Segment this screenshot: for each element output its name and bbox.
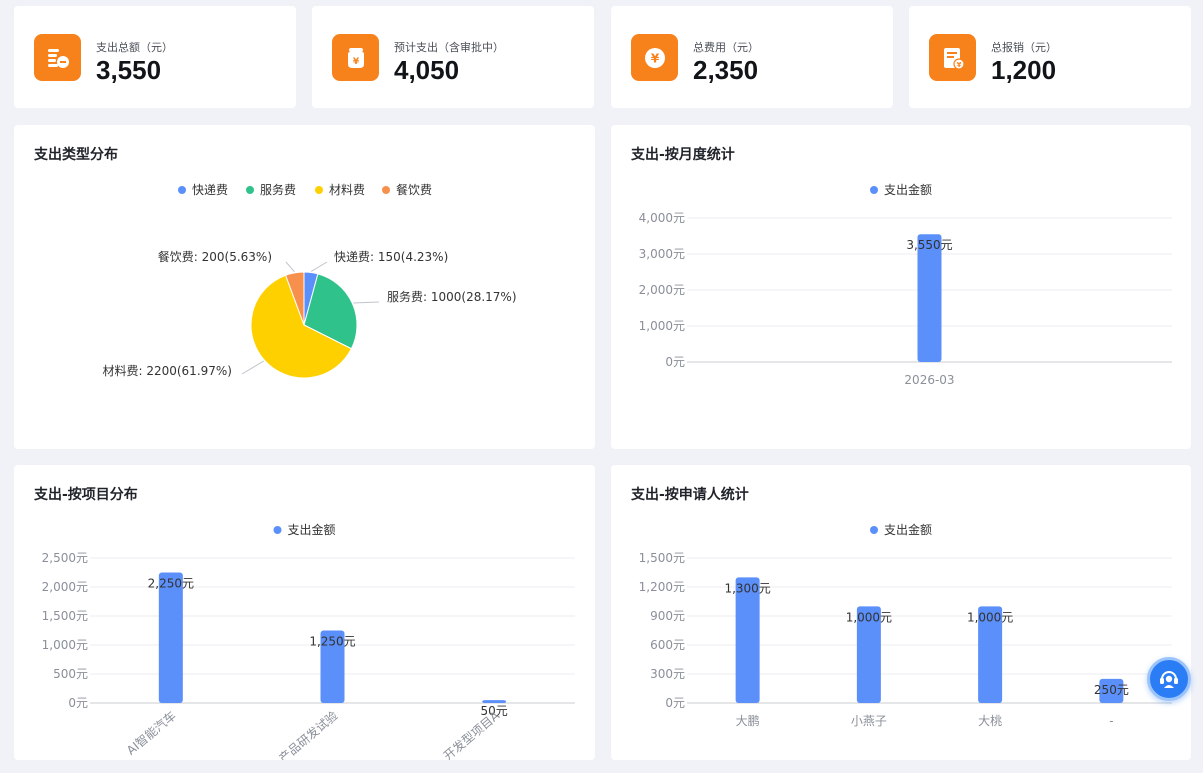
y-tick-label: 2,000元 — [42, 580, 88, 594]
x-tick-label: 小燕子 — [851, 714, 887, 728]
data-label: 1,000元 — [967, 610, 1013, 624]
legend-marker — [382, 186, 390, 194]
leader-line — [353, 301, 380, 304]
stat-label: 支出总额（元） — [96, 41, 173, 54]
y-tick-label: 0元 — [665, 355, 685, 369]
y-tick-label: 900元 — [650, 609, 685, 623]
money-bag-icon: ¥ — [332, 34, 379, 81]
y-tick-label: 1,000元 — [42, 638, 88, 652]
legend-label: 支出金额 — [884, 182, 932, 197]
panel-expense-type: 支出类型分布 快递费 服务费 材料费 餐饮费 快递费: 150(4.23%) 服务费: 1… — [14, 125, 595, 449]
x-tick-label: 产品研发试验 — [276, 708, 341, 760]
y-tick-label: 2,500元 — [42, 551, 88, 565]
legend-marker — [870, 186, 878, 194]
stat-value: 1,200 — [991, 55, 1057, 85]
x-tick-label: AI智能汽车 — [123, 708, 178, 758]
data-label: 3,550元 — [906, 238, 952, 252]
slice-label: 快递费: 150(4.23%) — [334, 250, 448, 264]
y-tick-label: 300元 — [650, 667, 685, 681]
leader-line — [285, 261, 295, 273]
y-tick-label: 1,500元 — [42, 609, 88, 623]
y-tick-label: 500元 — [53, 667, 88, 681]
stat-value: 2,350 — [693, 55, 759, 85]
legend-marker — [870, 526, 878, 534]
legend-marker — [273, 526, 282, 534]
x-tick-label: 大桃 — [978, 713, 1002, 728]
slice-label: 餐饮费: 200(5.63%) — [158, 249, 272, 264]
applicant-bar-chart: 支出金额 0元 300元 600元 900元 1,200元 1,500元 1,300元大鹏 1,… — [639, 522, 1172, 728]
y-tick-label: 0元 — [68, 696, 88, 710]
x-tick-label: 开发型项目A — [440, 707, 502, 760]
y-tick-label: 4,000元 — [639, 211, 685, 225]
bar — [158, 572, 183, 703]
stat-label: 总费用（元） — [693, 41, 759, 54]
slice-label: 材料费: 2200(61.97%) — [102, 364, 232, 378]
y-tick-label: 600元 — [650, 638, 685, 652]
leader-line — [310, 261, 328, 272]
legend-label: 支出金额 — [288, 522, 336, 537]
data-label: 2,250元 — [148, 577, 194, 591]
stat-card-expense-total: 支出总额（元） 3,550 — [14, 6, 296, 108]
y-tick-label: 2,000元 — [639, 283, 685, 297]
y-tick-label: 1,200元 — [639, 580, 685, 594]
yen-coin-icon: ¥ — [631, 34, 678, 81]
slice-label: 服务费: 1000(28.17%) — [387, 289, 517, 304]
expense-total-icon — [34, 34, 81, 81]
y-tick-label: 1,500元 — [639, 551, 685, 565]
customer-service-icon — [1160, 671, 1178, 688]
legend-label: 支出金额 — [884, 522, 932, 537]
legend-marker — [178, 186, 186, 194]
reimbursement-icon: ¥ — [929, 34, 976, 81]
data-label: 1,000元 — [846, 610, 892, 624]
legend-label: 快递费 — [192, 183, 228, 197]
x-tick-label: 大鹏 — [736, 714, 760, 728]
x-tick-label: 2026-03 — [904, 373, 954, 387]
monthly-bar-chart: 支出金额 0元 1,000元 2,000元 3,000元 4,000元 3,550元 2026… — [639, 182, 1172, 387]
legend-marker — [246, 186, 254, 194]
svg-text:¥: ¥ — [650, 51, 659, 65]
panel-monthly: 支出-按月度统计 支出金额 0元 1,000元 2,000元 3,000元 4,000元 3… — [611, 125, 1191, 449]
leader-line — [241, 360, 265, 375]
bar — [482, 700, 507, 703]
svg-text:¥: ¥ — [352, 57, 359, 67]
stat-value: 3,550 — [96, 55, 162, 85]
data-label: 1,250元 — [309, 635, 355, 649]
stat-card-total-cost: ¥ 总费用（元） 2,350 — [611, 6, 893, 108]
stat-card-total-reimbursement: ¥ 总报销（元） 1,200 — [909, 6, 1191, 108]
legend-label: 材料费 — [329, 183, 365, 197]
svg-text:¥: ¥ — [956, 61, 961, 69]
y-tick-label: 1,000元 — [639, 319, 685, 333]
legend-marker — [315, 186, 323, 194]
customer-service-button[interactable] — [1147, 657, 1191, 701]
project-bar-chart: 支出金额 0元 500元 1,000元 1,500元 2,000元 2,500元 2,250元… — [42, 522, 575, 760]
bar — [735, 577, 760, 703]
y-tick-label: 3,000元 — [639, 247, 685, 261]
legend-label: 服务费 — [260, 182, 296, 197]
data-label: 250元 — [1094, 683, 1129, 697]
legend-label: 餐饮费 — [396, 182, 432, 197]
bar — [917, 234, 942, 362]
panel-applicant: 支出-按申请人统计 支出金额 0元 300元 600元 900元 1,200元 1,500元… — [611, 465, 1191, 760]
stat-value: 4,050 — [394, 55, 460, 85]
stat-label: 预计支出（含审批中） — [394, 41, 504, 54]
panel-project: 支出-按项目分布 支出金额 0元 500元 1,000元 1,500元 2,000元 2,5… — [14, 465, 595, 760]
stat-card-expected-expense: ¥ 预计支出（含审批中） 4,050 — [312, 6, 594, 108]
stat-label: 总报销（元） — [991, 41, 1057, 54]
y-tick-label: 0元 — [665, 696, 685, 710]
x-tick-label: - — [1109, 714, 1113, 728]
pie-chart: 快递费 服务费 材料费 餐饮费快递费: 150(4.23%) 服务费: 1000(28.… — [102, 182, 517, 379]
data-label: 1,300元 — [724, 581, 770, 595]
